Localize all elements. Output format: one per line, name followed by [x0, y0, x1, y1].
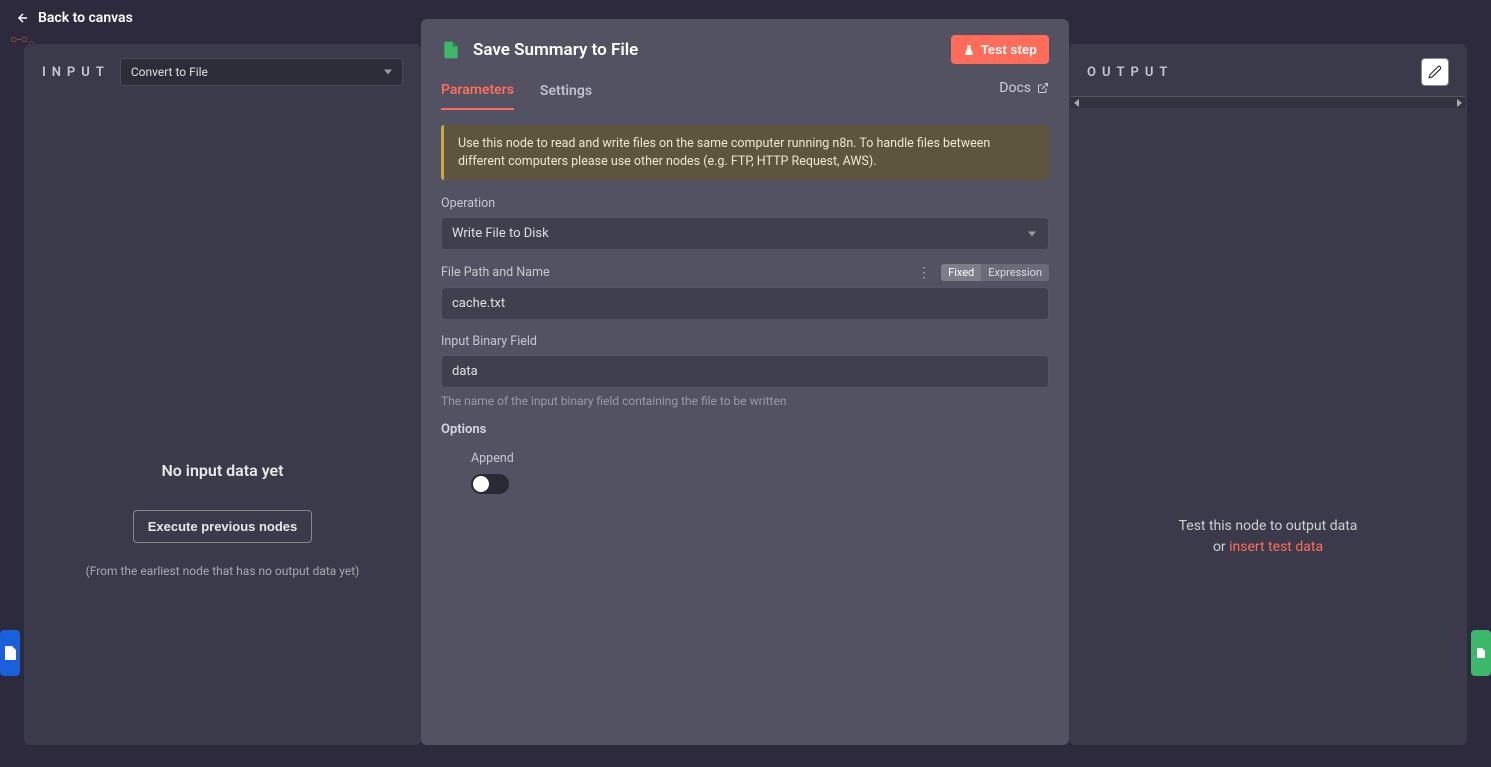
file-save-icon [441, 40, 461, 60]
input-panel: INPUT Convert to File No input data yet … [24, 44, 421, 745]
document-icon [5, 646, 16, 660]
external-link-icon [1037, 82, 1049, 94]
back-label: Back to canvas [38, 10, 133, 26]
file-icon [1475, 645, 1487, 661]
info-notice: Use this node to read and write files on… [441, 125, 1049, 180]
next-node-chip[interactable] [1471, 630, 1491, 676]
binary-field-input[interactable]: data [441, 355, 1049, 388]
output-horizontal-scrollbar[interactable] [1071, 96, 1465, 108]
pencil-icon [1428, 65, 1442, 79]
expression-pill[interactable]: Expression [981, 264, 1049, 281]
docs-link[interactable]: Docs [999, 80, 1049, 106]
arrow-left-icon [16, 11, 30, 25]
fixed-expression-toggle: Fixed Expression [941, 264, 1049, 281]
execute-previous-nodes-button[interactable]: Execute previous nodes [133, 510, 313, 543]
input-empty-title: No input data yet [161, 461, 283, 480]
filepath-label: File Path and Name ⋮ Fixed Expression [441, 264, 1049, 281]
test-step-button[interactable]: Test step [951, 35, 1049, 64]
output-panel: OUTPUT Test this node to output data or … [1069, 44, 1467, 745]
filepath-value: cache.txt [452, 296, 505, 311]
filepath-input[interactable]: cache.txt [441, 287, 1049, 320]
insert-test-data-link[interactable]: insert test data [1229, 539, 1323, 555]
binary-field-label: Input Binary Field [441, 334, 1049, 349]
output-empty-message: Test this node to output data or insert … [1179, 516, 1358, 558]
tab-settings[interactable]: Settings [540, 77, 592, 109]
operation-select[interactable]: Write File to Disk [441, 217, 1049, 250]
binary-field-value: data [452, 364, 478, 379]
output-panel-title: OUTPUT [1087, 65, 1173, 80]
back-to-canvas-link[interactable]: Back to canvas [16, 10, 133, 26]
operation-value: Write File to Disk [452, 226, 549, 241]
prev-node-chip[interactable] [0, 630, 20, 676]
node-config-panel: Save Summary to File Test step Parameter… [421, 19, 1069, 745]
node-title: Save Summary to File [473, 40, 638, 60]
tab-parameters[interactable]: Parameters [441, 76, 514, 110]
fixed-pill[interactable]: Fixed [941, 264, 981, 281]
input-source-dropdown[interactable]: Convert to File [120, 58, 403, 86]
input-empty-subtext: (From the earliest node that has no outp… [86, 563, 360, 580]
operation-label: Operation [441, 196, 1049, 211]
flask-icon [963, 44, 975, 56]
toggle-knob [473, 476, 489, 492]
binary-field-help: The name of the input binary field conta… [441, 394, 1049, 408]
edit-output-button[interactable] [1421, 58, 1449, 86]
append-toggle[interactable] [471, 474, 509, 494]
append-option-label: Append [471, 451, 1049, 466]
input-source-value: Convert to File [131, 65, 208, 79]
input-panel-title: INPUT [42, 65, 110, 80]
field-options-icon[interactable]: ⋮ [913, 265, 935, 281]
options-section-title: Options [441, 422, 1049, 437]
